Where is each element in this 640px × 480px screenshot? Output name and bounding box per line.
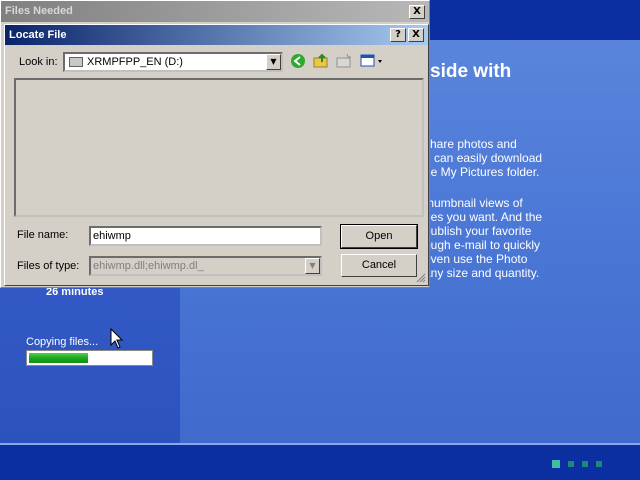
promo-heading: side with [430,61,512,82]
setup-footer-band [0,445,640,480]
close-icon: X [412,29,420,40]
files-of-type-value: ehiwmp.dll;ehiwmp.dl_ [93,260,204,272]
file-name-label: File name: [17,229,69,241]
help-icon: ? [395,29,401,40]
locate-file-close-button[interactable]: X [408,28,424,42]
setup-step-indicator [552,460,602,468]
resize-grip-icon[interactable] [415,272,426,283]
progress-fill [29,353,89,363]
locate-file-title: Locate File [5,25,428,45]
step-dot [596,461,602,467]
locate-file-dialog: Locate File ? X Look in: XRMPFPP_EN (D:)… [4,24,429,286]
files-needed-close-button[interactable]: X [409,5,425,19]
look-in-label: Look in: [19,56,58,68]
back-icon[interactable] [289,53,307,71]
promo-paragraph-1: share photos and u can easily download h… [424,137,542,179]
files-of-type-select[interactable]: ehiwmp.dll;ehiwmp.dl_ ▼ [89,256,322,276]
chevron-down-icon[interactable]: ▼ [305,258,320,274]
cancel-button[interactable]: Cancel [341,254,417,277]
step-dot [568,461,574,467]
promo-line: u can easily download [424,151,543,165]
promo-line: even use the Photo [424,252,528,266]
promo-line: thumbnail views of [424,196,523,210]
cd-drive-icon [69,57,83,67]
file-list[interactable] [14,78,424,217]
up-folder-icon[interactable] [312,53,330,71]
promo-line: share photos and [424,137,517,151]
files-needed-dialog: Files Needed X Locate File ? X Look in: … [0,0,430,288]
chevron-down-icon[interactable]: ▼ [266,54,281,70]
open-button[interactable]: Open [340,224,418,249]
file-name-input[interactable] [89,226,322,246]
files-of-type-label: Files of type: [17,260,80,272]
files-needed-title: Files Needed [1,1,429,22]
status-label: Copying files... [26,336,99,348]
step-dot [582,461,588,467]
look-in-select[interactable]: XRMPFPP_EN (D:) ▼ [63,52,283,72]
close-icon: X [413,6,421,17]
promo-line: ough e-mail to quickly [424,238,541,252]
look-in-value: XRMPFPP_EN (D:) [87,56,183,68]
promo-line: he My Pictures folder. [424,165,540,179]
view-menu-icon[interactable] [359,53,385,71]
step-dot [552,460,560,468]
promo-line: publish your favorite [424,224,532,238]
help-button[interactable]: ? [390,28,406,42]
new-folder-icon[interactable] [335,53,353,71]
promo-line: any size and quantity. [424,266,540,280]
promo-line: nes you want. And the [424,210,543,224]
progress-bar [26,350,153,366]
promo-paragraph-2: thumbnail views of nes you want. And the… [424,196,542,280]
mouse-pointer-icon [110,327,124,353]
